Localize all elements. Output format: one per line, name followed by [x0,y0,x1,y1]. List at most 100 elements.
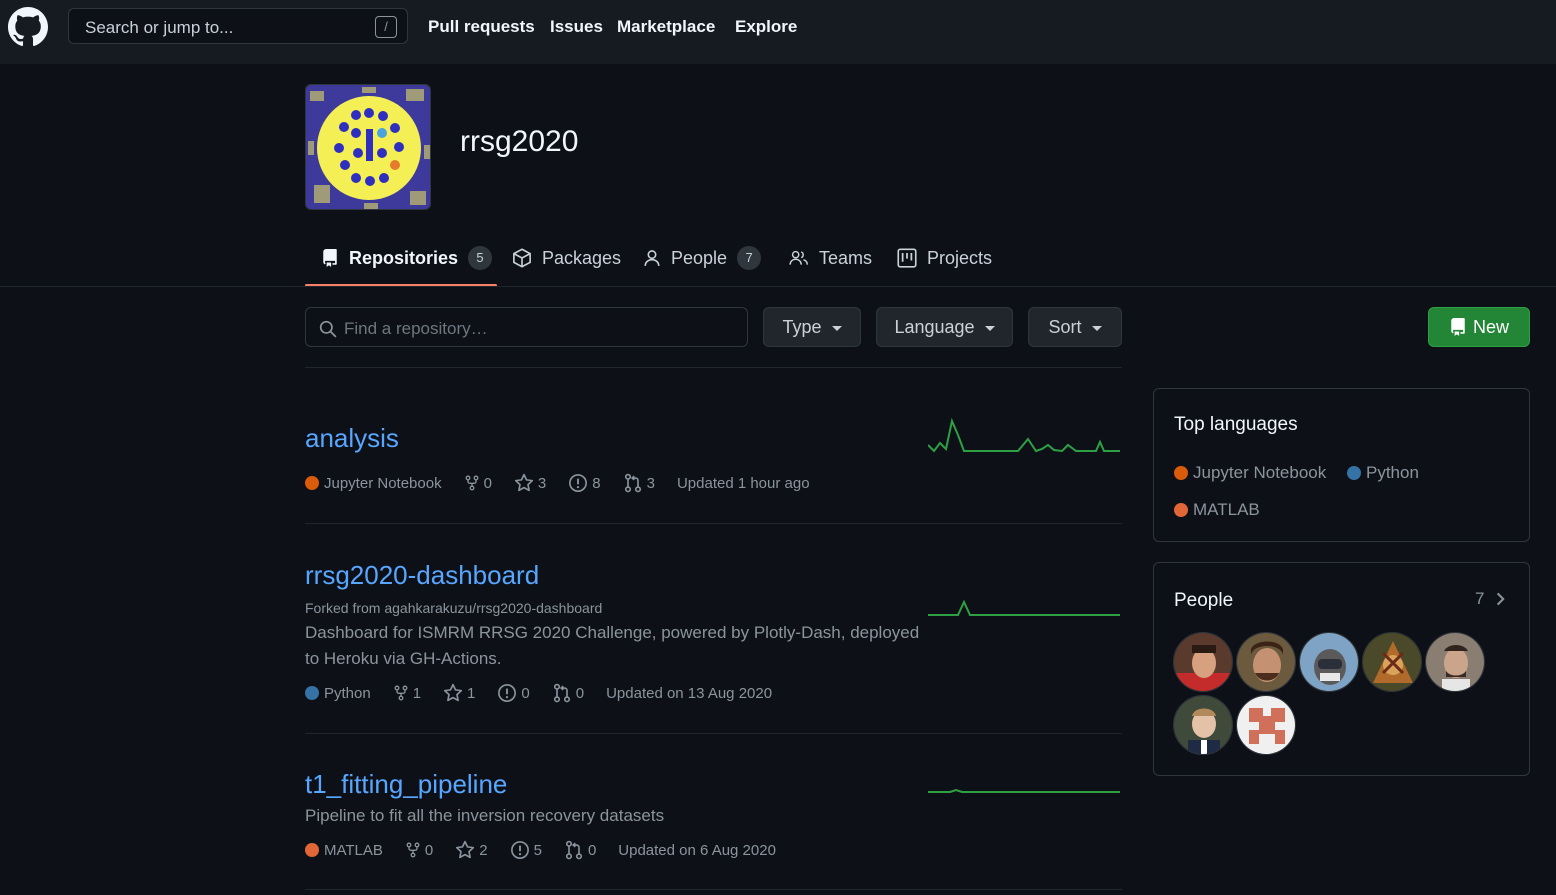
chevron-right-icon[interactable] [1494,590,1508,608]
repo-pulls[interactable]: 0 [564,840,596,860]
people-title[interactable]: People [1174,590,1233,612]
tab-label: Projects [927,247,993,268]
sort-dropdown[interactable]: Sort [1028,307,1122,347]
search-input[interactable]: Search or jump to... / [68,8,408,44]
language-color-dot [305,686,319,700]
member-avatar[interactable] [1236,632,1296,692]
member-avatar[interactable] [1362,632,1422,692]
search-icon [319,320,337,338]
people-icon [789,250,809,265]
person-icon [644,250,660,266]
caret-down-icon [984,325,995,331]
language-python[interactable]: Python [1347,463,1419,483]
repo-link-rrsg2020-dashboard[interactable]: rrsg2020-dashboard [305,560,539,591]
repo-link-analysis[interactable]: analysis [305,423,399,454]
member-avatar[interactable] [1236,695,1296,755]
issue-icon [498,684,517,702]
language-name: MATLAB [1193,500,1260,519]
org-name: rrsg2020 [460,125,579,158]
activity-sparkline [928,417,1120,453]
nav-issues[interactable]: Issues [550,17,603,37]
member-avatar[interactable] [1173,632,1233,692]
language-color-dot [1174,466,1188,480]
star-icon [443,683,463,702]
issue-icon [569,474,588,492]
language-jupyter[interactable]: Jupyter Notebook [1174,463,1326,483]
pull-request-icon [553,683,570,703]
tabs-divider [0,286,1556,287]
repo-issues[interactable]: 8 [568,473,601,493]
nav-marketplace[interactable]: Marketplace [617,17,715,37]
tab-label: Packages [542,247,622,268]
star-count: 2 [479,841,488,859]
shortcut-key-badge: / [375,16,397,38]
nav-explore[interactable]: Explore [735,17,797,37]
tab-people[interactable]: People 7 [643,246,762,270]
member-avatar[interactable] [1299,632,1359,692]
repo-issues[interactable]: 0 [497,683,530,703]
updated-time: Updated on 13 Aug 2020 [606,684,773,702]
caret-down-icon [831,325,842,331]
org-avatar[interactable] [305,84,431,210]
language-color-dot [1347,466,1361,480]
repo-count-badge: 5 [468,246,493,270]
language-name: Jupyter Notebook [324,474,442,492]
type-dropdown[interactable]: Type [763,307,861,347]
tab-repositories[interactable]: Repositories 5 [321,246,493,270]
star-icon [514,473,533,492]
issue-count: 5 [533,841,542,859]
fork-count: 1 [412,684,422,702]
repo-stars[interactable]: 3 [514,473,546,493]
language-name: MATLAB [324,841,383,859]
find-repository-input[interactable]: Find a repository… [305,307,748,347]
issue-count: 8 [592,474,601,492]
fork-icon [394,685,408,701]
repo-pulls[interactable]: 0 [552,683,584,703]
pr-count: 0 [587,841,597,859]
repo-issues[interactable]: 5 [510,840,542,860]
tab-packages[interactable]: Packages [512,246,621,270]
tab-teams[interactable]: Teams [789,246,872,270]
tab-label: Teams [819,247,873,268]
pull-request-icon [624,473,641,493]
top-languages-box: Top languages Jupyter Notebook Python MA… [1153,388,1530,542]
divider [305,367,1122,368]
project-icon [897,248,917,268]
repo-pulls[interactable]: 3 [623,473,655,493]
repo-link-t1-fitting-pipeline[interactable]: t1_fitting_pipeline [305,769,507,800]
language-dropdown[interactable]: Language [876,307,1013,347]
repo-description: Pipeline to fit all the inversion recove… [305,806,665,825]
language-label: Language [894,316,975,337]
language-color-dot [305,843,319,857]
package-icon [513,248,531,268]
repo-icon [323,249,337,267]
tab-projects[interactable]: Projects [897,246,992,270]
forked-from-text[interactable]: Forked from agahkarakuzu/rrsg2020-dashbo… [305,600,602,616]
activity-sparkline [928,788,1120,793]
issue-icon [510,841,529,859]
repo-forks[interactable]: 1 [393,684,421,702]
people-count-badge: 7 [737,246,762,270]
star-count: 3 [537,474,547,492]
language-name: Jupyter Notebook [1193,463,1327,482]
repo-forks[interactable]: 0 [405,841,433,859]
repo-stars[interactable]: 2 [455,840,488,860]
repo-stars[interactable]: 1 [443,683,475,703]
caret-down-icon [1091,325,1102,331]
repo-description: Dashboard for ISMRM RRSG 2020 Challenge,… [305,623,920,668]
nav-pull-requests[interactable]: Pull requests [428,17,535,37]
language-matlab[interactable]: MATLAB [1174,500,1260,520]
repo-forks[interactable]: 0 [464,474,492,492]
member-avatar[interactable] [1425,632,1485,692]
fork-count: 0 [483,474,492,492]
language-name: Python [1366,463,1419,482]
search-placeholder: Search or jump to... [85,18,234,37]
top-languages-title: Top languages [1174,414,1298,435]
language-color-dot [1174,503,1188,517]
repo-meta: MATLAB 0 2 5 0 Updated on 6 Aug 2020 [305,840,798,860]
new-repository-button[interactable]: New [1428,307,1530,347]
member-avatar[interactable] [1173,695,1233,755]
divider [305,523,1122,524]
github-logo-icon[interactable] [8,7,48,47]
tab-label: People [671,247,728,268]
